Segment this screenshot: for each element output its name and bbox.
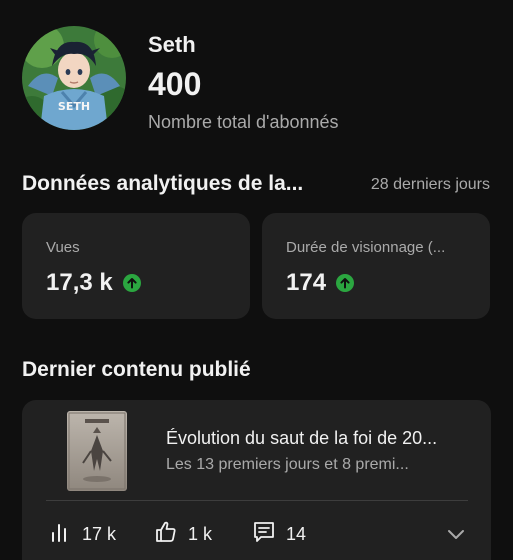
channel-avatar[interactable]: SETH [22,26,126,130]
bar-chart-icon [50,521,72,548]
video-views-metric: 17 k [50,520,116,548]
subscriber-count: 400 [148,66,202,102]
video-metrics-row: 17 k 1 k 14 [46,520,468,548]
channel-name: Seth [148,32,196,57]
arrow-up-circle-icon [122,274,141,292]
analytics-section-header: Données analytiques de la... 28 derniers… [22,172,492,200]
video-comments-value: 14 [286,523,307,544]
latest-content-title: Dernier contenu publié [22,358,251,381]
views-stat-value: 17,3 k [46,269,113,296]
video-thumbnail[interactable] [67,411,127,491]
analytics-title[interactable]: Données analytiques de la... [22,172,303,196]
channel-profile-header: SETH Seth 400 Nombre total d'abonnés [22,26,492,136]
arrow-up-circle-icon [336,274,355,292]
video-likes-metric: 1 k [154,520,212,548]
avatar-shirt-text: SETH [58,100,90,113]
latest-content-card[interactable]: Évolution du saut de la foi de 20... Les… [22,400,491,560]
thumbs-up-icon [154,520,178,549]
divider [46,500,468,501]
watch-time-stat-value-row: 174 [286,269,355,297]
chevron-down-icon[interactable] [446,524,466,544]
video-subtitle: Les 13 premiers jours et 8 premi... [166,456,409,473]
watch-time-stat-value: 174 [286,269,327,296]
video-comments-metric: 14 [252,520,306,548]
video-title[interactable]: Évolution du saut de la foi de 20... [166,428,437,449]
watch-time-stat-card[interactable]: Durée de visionnage (... 174 [262,213,490,319]
video-likes-value: 1 k [188,523,213,544]
subscriber-count-label: Nombre total d'abonnés [148,112,339,132]
watch-time-stat-label: Durée de visionnage (... [286,239,446,256]
views-stat-label: Vues [46,239,80,256]
views-stat-card[interactable]: Vues 17,3 k [22,213,250,319]
analytics-period: 28 derniers jours [370,176,490,193]
views-stat-value-row: 17,3 k [46,269,141,297]
comment-icon [252,520,276,549]
video-views-value: 17 k [82,523,117,544]
